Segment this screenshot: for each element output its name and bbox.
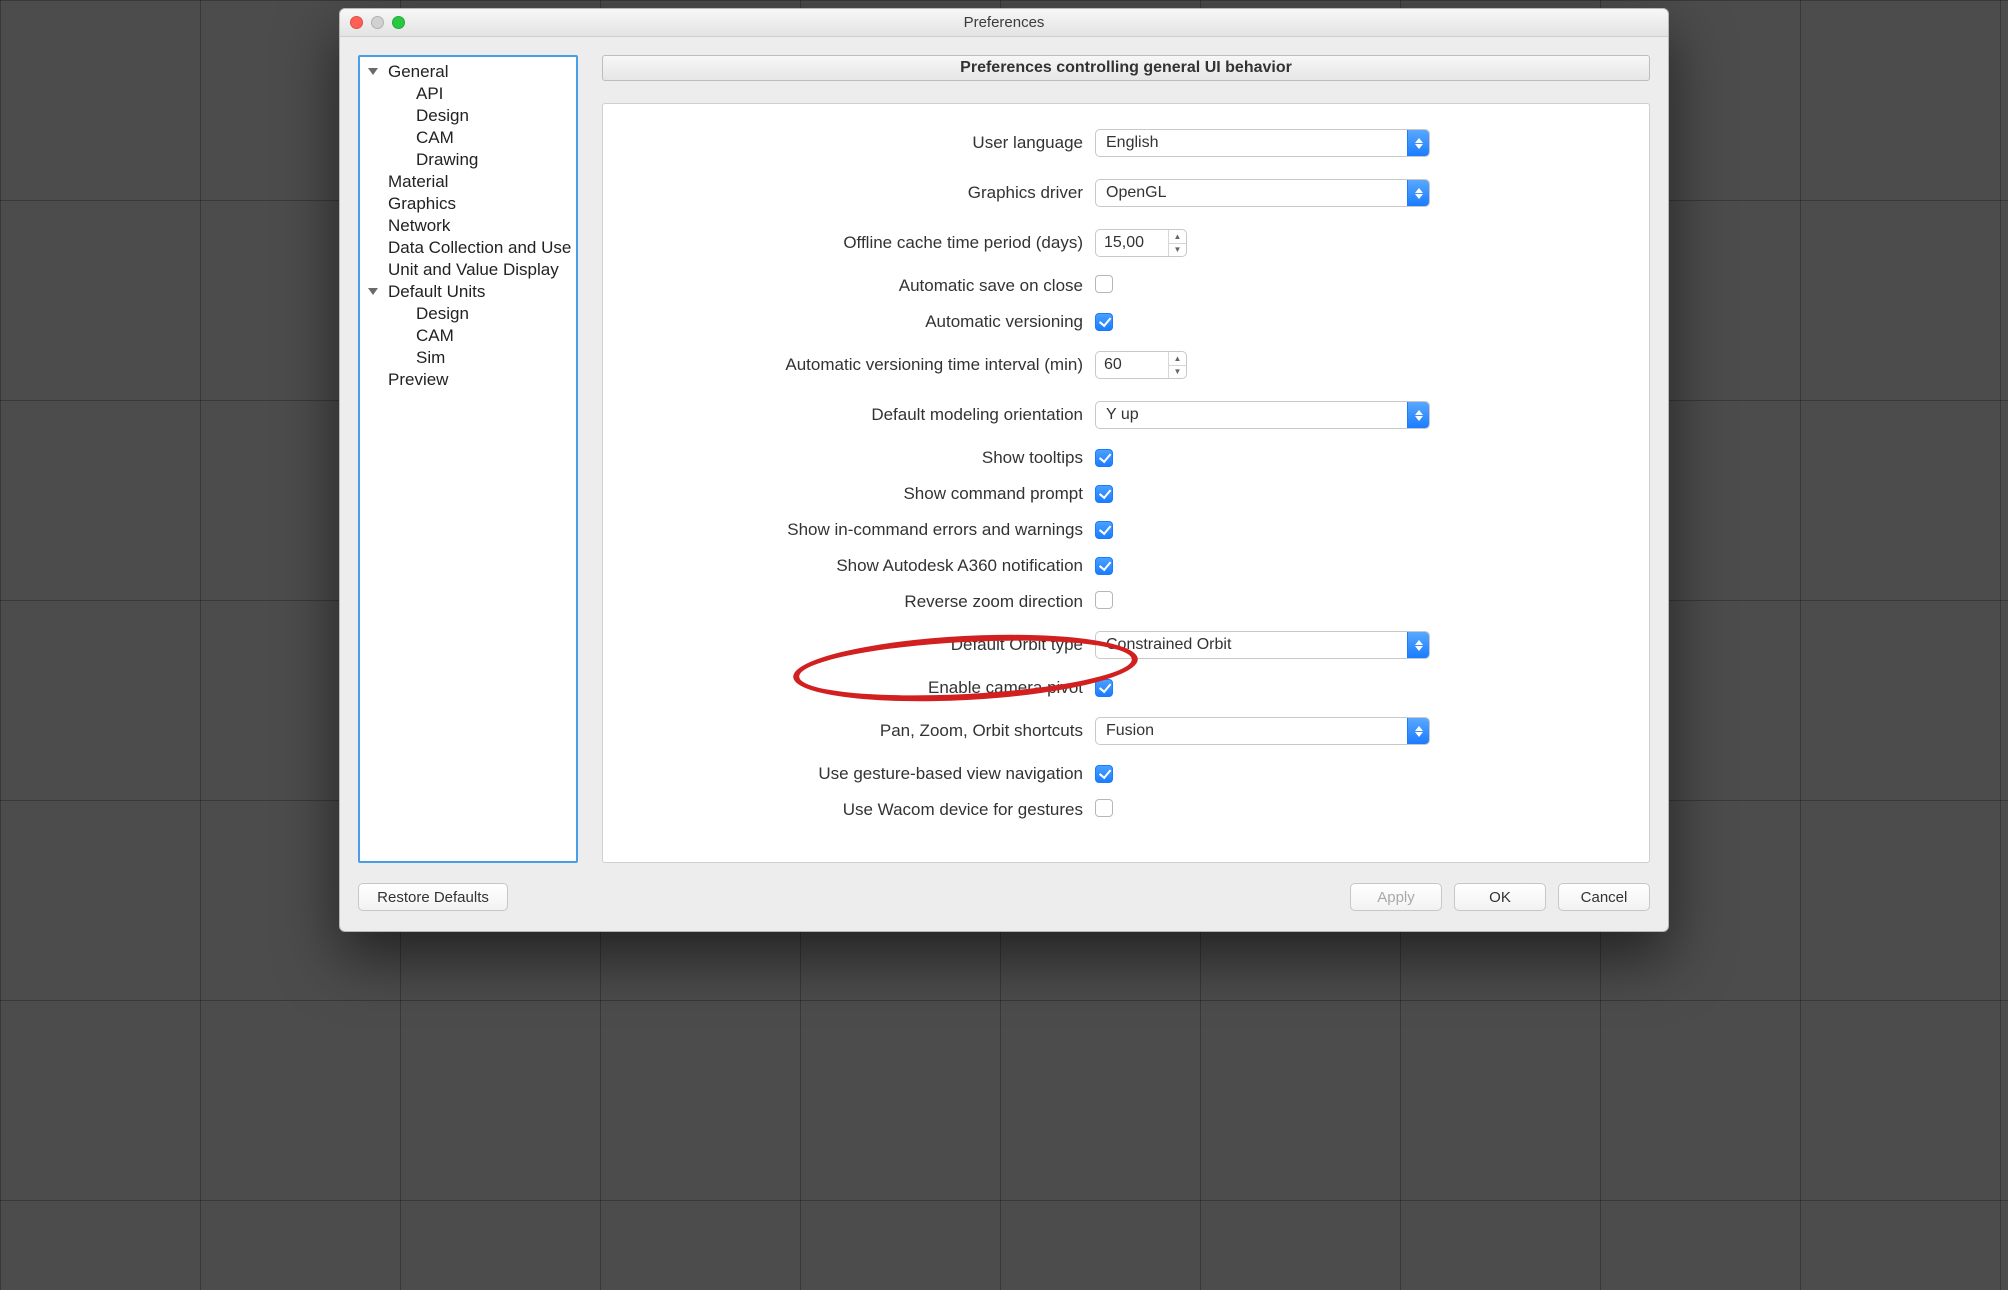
checkbox-auto-save[interactable] <box>1095 275 1113 293</box>
cancel-button[interactable]: Cancel <box>1558 883 1650 911</box>
apply-button[interactable]: Apply <box>1350 883 1442 911</box>
input-offline-cache[interactable] <box>1096 230 1168 256</box>
tree-item-material[interactable]: Material <box>366 171 570 193</box>
tree-item-du-cam[interactable]: CAM <box>366 325 570 347</box>
select-pzo-shortcuts-value: Fusion <box>1106 722 1154 740</box>
tree-item-api[interactable]: API <box>366 83 570 105</box>
tree-item-preview[interactable]: Preview <box>366 369 570 391</box>
label-incmd-errors: Show in-command errors and warnings <box>625 520 1095 540</box>
checkbox-camera-pivot[interactable] <box>1095 679 1113 697</box>
chevron-updown-icon <box>1407 130 1429 156</box>
tree-item-design[interactable]: Design <box>366 105 570 127</box>
label-user-language: User language <box>625 133 1095 153</box>
tree-item-general[interactable]: General <box>366 61 570 83</box>
label-camera-pivot: Enable camera pivot <box>625 678 1095 698</box>
spinner-versioning-interval[interactable]: ▲ ▼ <box>1095 351 1187 379</box>
chevron-updown-icon <box>1407 180 1429 206</box>
zoom-window-icon[interactable] <box>392 16 405 29</box>
tree-item-graphics[interactable]: Graphics <box>366 193 570 215</box>
label-auto-versioning: Automatic versioning <box>625 312 1095 332</box>
settings-panel: Preferences controlling general UI behav… <box>602 55 1650 863</box>
checkbox-show-tooltips[interactable] <box>1095 449 1113 467</box>
chevron-updown-icon <box>1407 402 1429 428</box>
checkbox-reverse-zoom[interactable] <box>1095 591 1113 609</box>
stepper-up-icon[interactable]: ▲ <box>1169 352 1186 366</box>
stepper-up-icon[interactable]: ▲ <box>1169 230 1186 244</box>
label-auto-save: Automatic save on close <box>625 276 1095 296</box>
tree-item-default-units[interactable]: Default Units <box>366 281 570 303</box>
minimize-window-icon[interactable] <box>371 16 384 29</box>
checkbox-show-a360[interactable] <box>1095 557 1113 575</box>
tree-item-du-sim[interactable]: Sim <box>366 347 570 369</box>
select-default-orbit-value: Constrained Orbit <box>1106 636 1231 654</box>
ok-button[interactable]: OK <box>1454 883 1546 911</box>
spinner-offline-cache[interactable]: ▲ ▼ <box>1095 229 1187 257</box>
select-default-orbit[interactable]: Constrained Orbit <box>1095 631 1430 659</box>
stepper-down-icon[interactable]: ▼ <box>1169 366 1186 379</box>
label-show-a360: Show Autodesk A360 notification <box>625 556 1095 576</box>
panel-header: Preferences controlling general UI behav… <box>602 55 1650 81</box>
content-area: General API Design CAM Drawing Material … <box>340 37 1668 869</box>
select-user-language-value: English <box>1106 134 1158 152</box>
label-default-orbit: Default Orbit type <box>625 635 1095 655</box>
panel-body: User language English Graphics driver Op… <box>602 103 1650 863</box>
window-title: Preferences <box>340 14 1668 31</box>
select-graphics-driver-value: OpenGL <box>1106 184 1166 202</box>
restore-defaults-button[interactable]: Restore Defaults <box>358 883 508 911</box>
preferences-window: Preferences General API Design CAM Drawi… <box>339 8 1669 932</box>
tree-item-drawing[interactable]: Drawing <box>366 149 570 171</box>
label-gesture-nav: Use gesture-based view navigation <box>625 764 1095 784</box>
close-window-icon[interactable] <box>350 16 363 29</box>
tree-item-unit-value[interactable]: Unit and Value Display <box>366 259 570 281</box>
select-modeling-orientation[interactable]: Y up <box>1095 401 1430 429</box>
label-pzo-shortcuts: Pan, Zoom, Orbit shortcuts <box>625 721 1095 741</box>
tree-item-data-collection[interactable]: Data Collection and Use <box>366 237 570 259</box>
chevron-updown-icon <box>1407 632 1429 658</box>
select-pzo-shortcuts[interactable]: Fusion <box>1095 717 1430 745</box>
label-wacom: Use Wacom device for gestures <box>625 800 1095 820</box>
select-graphics-driver[interactable]: OpenGL <box>1095 179 1430 207</box>
checkbox-incmd-errors[interactable] <box>1095 521 1113 539</box>
input-versioning-interval[interactable] <box>1096 352 1168 378</box>
label-versioning-interval: Automatic versioning time interval (min) <box>625 355 1095 375</box>
checkbox-show-cmd-prompt[interactable] <box>1095 485 1113 503</box>
checkbox-gesture-nav[interactable] <box>1095 765 1113 783</box>
category-tree[interactable]: General API Design CAM Drawing Material … <box>358 55 578 863</box>
select-modeling-orientation-value: Y up <box>1106 406 1139 424</box>
chevron-updown-icon <box>1407 718 1429 744</box>
label-offline-cache: Offline cache time period (days) <box>625 233 1095 253</box>
checkbox-auto-versioning[interactable] <box>1095 313 1113 331</box>
label-show-cmd-prompt: Show command prompt <box>625 484 1095 504</box>
label-show-tooltips: Show tooltips <box>625 448 1095 468</box>
label-modeling-orientation: Default modeling orientation <box>625 405 1095 425</box>
window-controls <box>350 16 405 29</box>
label-reverse-zoom: Reverse zoom direction <box>625 592 1095 612</box>
titlebar: Preferences <box>340 9 1668 37</box>
tree-item-network[interactable]: Network <box>366 215 570 237</box>
checkbox-wacom[interactable] <box>1095 799 1113 817</box>
dialog-footer: Restore Defaults Apply OK Cancel <box>340 869 1668 931</box>
tree-item-cam[interactable]: CAM <box>366 127 570 149</box>
select-user-language[interactable]: English <box>1095 129 1430 157</box>
stepper-down-icon[interactable]: ▼ <box>1169 244 1186 257</box>
label-graphics-driver: Graphics driver <box>625 183 1095 203</box>
tree-item-du-design[interactable]: Design <box>366 303 570 325</box>
